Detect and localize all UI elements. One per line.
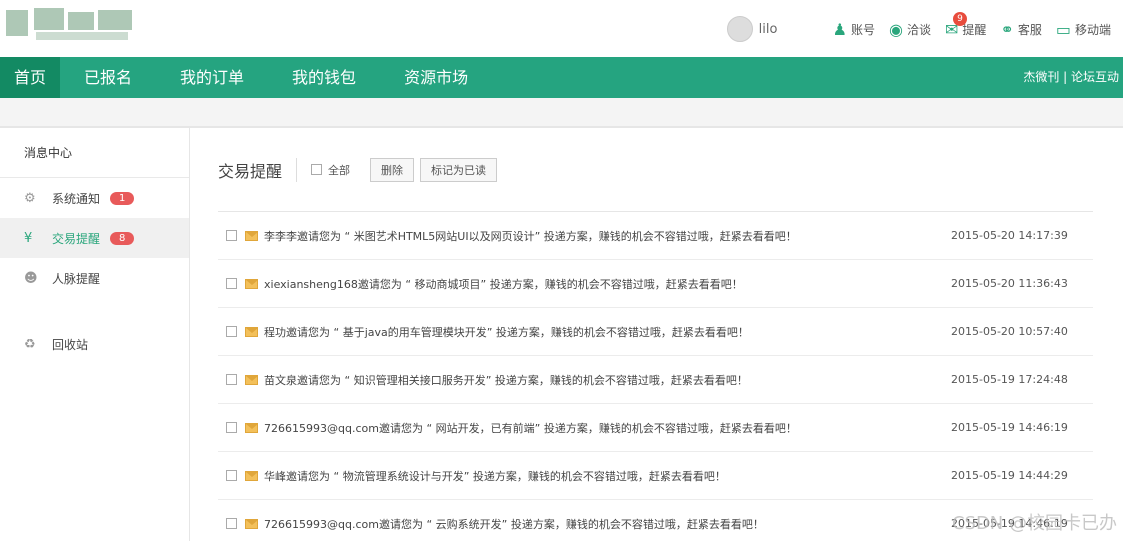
message-list: 李李李邀请您为 “ 米图艺术HTML5网站UI以及网页设计” 投递方案，赚钱的机… [218, 212, 1093, 541]
message-time: 2015-05-20 10:57:40 [951, 325, 1068, 338]
tab-resource-market[interactable]: 资源市场 [380, 57, 492, 98]
account-label: 账号 [851, 22, 876, 37]
reminder-badge: 9 [953, 11, 968, 26]
message-text[interactable]: xiexiansheng168邀请您为 “ 移动商城项目” 投递方案，赚钱的机会… [264, 276, 943, 292]
support-label: 客服 [1017, 22, 1042, 37]
mail-icon [245, 518, 258, 529]
message-text[interactable]: 726615993@qq.com邀请您为 “ 网站开发，已有前端” 投递方案，赚… [264, 420, 943, 436]
username[interactable]: lilo [759, 22, 819, 37]
reminder-label: 提醒 [962, 22, 987, 37]
support-link[interactable]: ⚭ 客服 [1000, 20, 1041, 39]
message-text[interactable]: 726615993@qq.com邀请您为 “ 云购系统开发” 投递方案，赚钱的机… [264, 516, 943, 532]
mail-icon [245, 326, 258, 337]
table-row[interactable]: 苗文泉邀请您为 “ 知识管理相关接口服务开发” 投递方案，赚钱的机会不容错过哦，… [218, 356, 1093, 404]
message-text[interactable]: 程功邀请您为 “ 基于java的用车管理模块开发” 投递方案，赚钱的机会不容错过… [264, 324, 943, 340]
mail-icon [245, 374, 258, 385]
headset-icon: ⚭ [1000, 19, 1014, 39]
sidebar-title: 消息中心 [0, 128, 189, 178]
tab-registered[interactable]: 已报名 [60, 57, 156, 98]
message-text[interactable]: 苗文泉邀请您为 “ 知识管理相关接口服务开发” 投递方案，赚钱的机会不容错过哦，… [264, 372, 943, 388]
sidebar-item-system-notice[interactable]: ⚙ 系统通知 1 [0, 178, 189, 218]
sidebar-item-recycle-bin[interactable]: ♻ 回收站 [0, 324, 189, 364]
table-row[interactable]: 华峰邀请您为 “ 物流管理系统设计与开发” 投递方案，赚钱的机会不容错过哦，赶紧… [218, 452, 1093, 500]
mobile-icon: ▭ [1055, 19, 1071, 39]
page-title: 交易提醒 [218, 157, 298, 182]
message-time: 2015-05-19 14:44:29 [951, 469, 1068, 482]
row-checkbox[interactable] [226, 422, 237, 433]
select-all-label[interactable]: 全部 [328, 162, 350, 178]
message-toolbar: 交易提醒 全部 删除 标记为已读 [218, 128, 1093, 212]
tab-home[interactable]: 首页 [0, 57, 61, 98]
reminder-link[interactable]: ✉ 9 提醒 [945, 11, 987, 39]
nav-right-links[interactable]: 杰微刊 | 论坛互动 [1023, 57, 1119, 98]
message-panel: 交易提醒 全部 删除 标记为已读 李李李邀请您为 “ 米图艺术HTML5网站UI… [190, 127, 1123, 541]
mail-icon [245, 278, 258, 289]
avatar[interactable] [726, 16, 753, 42]
sidebar-item-contacts-reminder[interactable]: ☻ 人脉提醒 [0, 258, 189, 298]
mail-icon [245, 230, 258, 241]
tab-my-orders[interactable]: 我的订单 [156, 57, 268, 98]
site-logo[interactable] [6, 6, 136, 42]
message-text[interactable]: 华峰邀请您为 “ 物流管理系统设计与开发” 投递方案，赚钱的机会不容错过哦，赶紧… [264, 468, 943, 484]
sidebar: 消息中心 ⚙ 系统通知 1 ¥ 交易提醒 8 ☻ 人脉提醒 ♻ 回收站 [0, 127, 190, 541]
user-icon: ♟ [832, 19, 848, 39]
row-checkbox[interactable] [226, 326, 237, 337]
trash-icon: ♻ [24, 336, 36, 352]
row-checkbox[interactable] [226, 374, 237, 385]
user-profile[interactable]: lilo [726, 16, 819, 42]
yen-icon: ¥ [24, 230, 33, 246]
chat-icon: ◉ [889, 19, 903, 39]
contacts-icon: ☻ [24, 270, 38, 286]
sidebar-item-trade-reminder[interactable]: ¥ 交易提醒 8 [0, 218, 189, 258]
delete-button[interactable]: 删除 [370, 157, 415, 182]
mail-icon [245, 470, 258, 481]
table-row[interactable]: 李李李邀请您为 “ 米图艺术HTML5网站UI以及网页设计” 投递方案，赚钱的机… [218, 212, 1093, 260]
sidebar-item-label: 人脉提醒 [52, 271, 101, 286]
message-time: 2015-05-19 17:24:48 [951, 373, 1068, 386]
top-header: lilo ♟ 账号 ◉ 洽谈 ✉ 9 提醒 ⚭ 客服 ▭ 移动端 [0, 0, 1123, 57]
table-row[interactable]: 726615993@qq.com邀请您为 “ 网站开发，已有前端” 投递方案，赚… [218, 404, 1093, 452]
sidebar-item-label: 交易提醒 [52, 231, 101, 246]
mark-read-button[interactable]: 标记为已读 [420, 157, 498, 182]
mobile-link[interactable]: ▭ 移动端 [1056, 20, 1111, 39]
row-checkbox[interactable] [226, 230, 237, 241]
account-link[interactable]: ♟ 账号 [833, 20, 875, 39]
table-row[interactable]: xiexiansheng168邀请您为 “ 移动商城项目” 投递方案，赚钱的机会… [218, 260, 1093, 308]
chat-link[interactable]: ◉ 洽谈 [889, 20, 931, 39]
message-time: 2015-05-19 14:46:19 [951, 421, 1068, 434]
message-time: 2015-05-20 11:36:43 [951, 277, 1068, 290]
row-checkbox[interactable] [226, 470, 237, 481]
table-row[interactable]: 程功邀请您为 “ 基于java的用车管理模块开发” 投递方案，赚钱的机会不容错过… [218, 308, 1093, 356]
chat-label: 洽谈 [907, 22, 932, 37]
message-text[interactable]: 李李李邀请您为 “ 米图艺术HTML5网站UI以及网页设计” 投递方案，赚钱的机… [264, 228, 943, 244]
spacer-band [0, 98, 1123, 127]
user-toolbar: lilo ♟ 账号 ◉ 洽谈 ✉ 9 提醒 ⚭ 客服 ▭ 移动端 [713, 11, 1111, 42]
mail-icon [245, 422, 258, 433]
count-badge: 8 [110, 231, 135, 245]
row-checkbox[interactable] [226, 278, 237, 289]
content-area: 消息中心 ⚙ 系统通知 1 ¥ 交易提醒 8 ☻ 人脉提醒 ♻ 回收站 交易提醒… [0, 127, 1123, 541]
message-time: 2015-05-20 14:17:39 [951, 229, 1068, 242]
sidebar-item-label: 回收站 [52, 337, 89, 352]
main-nav: 首页 已报名 我的订单 我的钱包 资源市场 杰微刊 | 论坛互动 [0, 57, 1123, 98]
gear-icon: ⚙ [24, 190, 36, 206]
sidebar-item-label: 系统通知 [52, 191, 101, 206]
mobile-label: 移动端 [1074, 22, 1111, 37]
select-all-checkbox[interactable] [311, 164, 323, 175]
count-badge: 1 [110, 191, 135, 205]
row-checkbox[interactable] [226, 518, 237, 529]
tab-my-wallet[interactable]: 我的钱包 [268, 57, 380, 98]
watermark: CSDN @校园卡已办 [951, 513, 1117, 534]
